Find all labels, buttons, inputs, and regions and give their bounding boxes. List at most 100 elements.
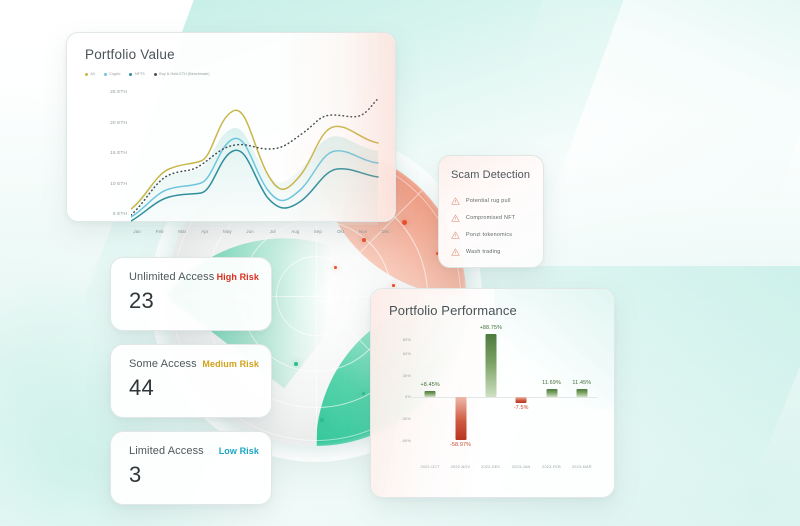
performance-bar[interactable] [485,333,497,398]
warning-triangle-icon [451,231,460,239]
y-axis-tick-label: -30% [401,417,411,421]
access-card-header: Some Access Medium Risk [129,358,259,370]
x-axis-tick-label: Apr [201,229,209,234]
portfolio-value-y-axis: 25 ETH 20 ETH 15 ETH 10 ETH 5 ETH [83,89,127,225]
performance-y-axis: 80%60%30%0%-30%-60% [377,329,411,455]
y-axis-tick-label: 30% [402,373,411,378]
scam-detection-item-label: Compromised NFT [466,214,516,221]
risk-badge-medium: Medium Risk [202,359,259,369]
legend-item-3[interactable]: Buy & Hold ETH (Benchmark) [153,72,210,76]
radar-blip-green [294,362,298,366]
risk-badge-high: High Risk [216,272,259,282]
access-card-header: Unlimited Access High Risk [129,271,259,283]
performance-bar[interactable] [515,397,527,403]
legend-item-0[interactable]: All [85,72,95,76]
radar-blip-green [362,392,365,395]
access-card-limited[interactable]: Limited Access Low Risk 3 [110,431,272,505]
scam-detection-item[interactable]: Compromised NFT [451,209,535,226]
legend-dot-icon [129,72,133,76]
warning-triangle-icon [451,214,460,222]
scam-detection-item[interactable]: Wash trading [451,243,535,260]
radar-blip-red [392,284,395,287]
x-axis-tick-label: Nov [358,229,368,234]
y-axis-tick-label: 20 ETH [110,119,127,125]
x-axis-tick-label: Jan [133,229,141,234]
access-card-header: Limited Access Low Risk [129,445,259,457]
x-axis-tick-label: 2023-FEB [542,465,561,469]
performance-bar[interactable] [424,391,436,398]
scam-detection-list: Potential rug pull Compromised NFT Ponzi t… [451,192,535,260]
risk-badge-low: Low Risk [218,446,259,456]
legend-item-2[interactable]: NFTS [129,72,145,76]
x-axis-tick-label: 2022-DEC [481,465,501,469]
legend-label: All [90,72,95,76]
access-card-label: Unlimited Access [129,271,215,283]
scam-detection-item[interactable]: Ponzi tokenomics [451,226,535,243]
warning-triangle-icon [451,197,460,205]
x-axis-tick-label: Dec [381,229,390,234]
access-card-value: 44 [129,375,155,400]
x-axis-tick-label: Okt [336,229,344,234]
x-axis-tick-label: Sep [313,229,322,234]
access-card-label: Some Access [129,358,197,370]
scam-detection-item-label: Potential rug pull [466,197,511,204]
warning-triangle-icon [451,248,460,256]
access-card-some[interactable]: Some Access Medium Risk 44 [110,344,272,418]
y-axis-tick-label: 80% [402,337,411,342]
legend-item-1[interactable]: Crypto [103,72,121,76]
scam-detection-title: Scam Detection [451,169,531,181]
performance-bar[interactable] [576,389,588,398]
legend-dot-icon [85,72,88,76]
y-axis-tick-label: 10 ETH [110,180,127,186]
performance-zero-line [409,397,597,399]
x-axis-tick-label: Mar [178,229,187,234]
performance-bar-value-label: 11.45% [572,380,592,387]
performance-bar-chart: +8.45% -58.97% +88.75% -7.5% 11.69% 11.45% [409,325,597,455]
legend-dot-icon [103,72,107,76]
x-axis-tick-label: Feb [155,229,164,234]
portfolio-performance-title: Portfolio Performance [389,303,517,318]
access-card-value: 23 [129,288,155,313]
access-card-label: Limited Access [129,445,204,457]
y-axis-tick-label: 60% [402,352,411,357]
portfolio-value-x-axis: Jan Feb Mar Apr May Jun Jul Aug Sep Okt Nov Dec [131,229,409,241]
portfolio-value-title: Portfolio Value [85,47,175,62]
access-card-unlimited[interactable]: Unlimited Access High Risk 23 [110,257,272,331]
x-axis-tick-label: Jun [246,229,254,234]
scam-detection-item-label: Wash trading [466,248,501,255]
legend-dot-icon [153,72,157,76]
access-card-value: 3 [129,462,142,487]
radar-blip-red [402,220,407,225]
x-axis-tick-label: Jul [269,229,276,234]
legend-label: Buy & Hold ETH (Benchmark) [159,72,210,76]
x-axis-tick-label: Aug [291,229,300,234]
performance-bar-value-label: -7.5% [513,404,529,411]
performance-bar-value-label: -58.97% [449,441,472,448]
scam-detection-card[interactable]: Scam Detection Potential rug pull Comprom… [438,155,544,268]
x-axis-tick-label: 2022-NOV [450,465,471,469]
legend-label: NFTS [134,72,145,76]
radar-blip-red [334,266,337,269]
y-axis-tick-label: 15 ETH [110,150,127,155]
performance-bar-value-label: 11.69% [542,379,561,386]
performance-bar[interactable] [546,388,557,398]
legend-label: Crypto [109,72,121,76]
radar-blip-green [320,418,324,422]
x-axis-tick-label: 2023-JAN [511,465,531,469]
x-axis-tick-label: 2023-MAR [571,465,592,469]
portfolio-value-card[interactable]: Portfolio Value All Crypto NFTS Buy & Hold … [66,32,396,234]
performance-bar[interactable] [455,397,466,440]
portfolio-value-plot [130,89,379,225]
portfolio-value-line-chart [130,98,379,225]
x-axis-tick-label: May [223,229,232,234]
canvas: Portfolio Value All Crypto NFTS Buy & Hold … [0,0,800,526]
scam-detection-item[interactable]: Potential rug pull [451,192,535,209]
x-axis-tick-label: 2022-OCT [420,465,440,469]
portfolio-performance-card[interactable]: Portfolio Performance 80%60%30%0%-30%-60… [370,288,615,498]
performance-x-axis: 2022-OCT 2022-NOV 2022-DEC 2023-JAN 2023-FEB… [415,465,597,477]
performance-bar-value-label: +88.75% [479,324,503,331]
y-axis-tick-label: -60% [401,438,411,443]
scam-detection-item-label: Ponzi tokenomics [466,231,513,238]
y-axis-tick-label: 5 ETH [112,211,127,216]
performance-bar-value-label: +8.45% [420,382,440,389]
